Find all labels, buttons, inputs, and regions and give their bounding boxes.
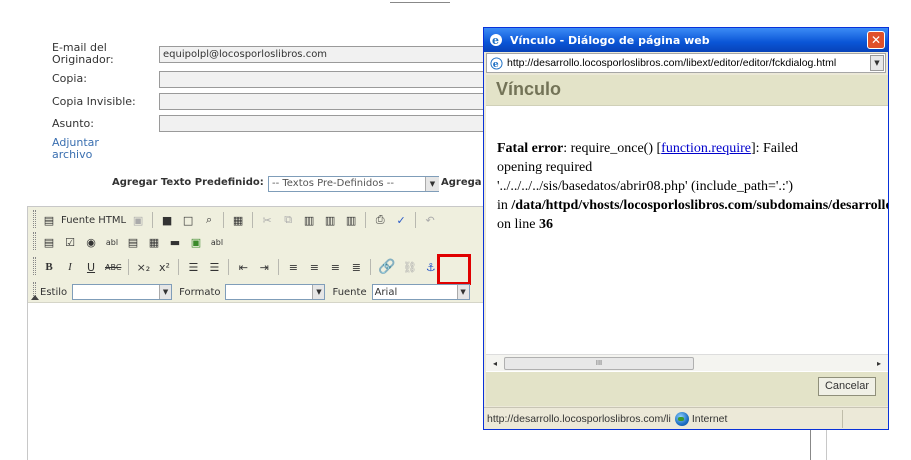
- subject-label: Asunto:: [52, 117, 94, 130]
- chevron-down-icon[interactable]: ▼: [425, 177, 439, 191]
- dialog-title: Vínculo - Diálogo de página web: [510, 33, 710, 47]
- svg-text:e: e: [492, 34, 499, 47]
- textarea-icon[interactable]: ▤: [124, 233, 142, 251]
- select-field-icon[interactable]: ▦: [145, 233, 163, 251]
- italic-icon[interactable]: I: [61, 258, 79, 276]
- indent-icon[interactable]: ⇥: [255, 258, 273, 276]
- style-label: Estilo: [40, 286, 68, 298]
- button-field-icon[interactable]: ▬: [166, 233, 184, 251]
- paste-icon[interactable]: ▥: [300, 211, 318, 229]
- function-require-link[interactable]: function.require: [661, 141, 751, 156]
- font-select[interactable]: Arial ▼: [371, 284, 470, 300]
- zone-label: Internet: [691, 412, 728, 425]
- copy-icon[interactable]: ⧉: [279, 211, 297, 229]
- unordered-list-icon[interactable]: ☰: [205, 258, 223, 276]
- spellcheck-icon[interactable]: ✓: [392, 211, 410, 229]
- cancel-button[interactable]: Cancelar: [818, 377, 876, 396]
- justify-icon[interactable]: ≣: [347, 258, 365, 276]
- chevron-down-icon: ▼: [312, 285, 325, 299]
- chevron-down-icon[interactable]: ▼: [870, 55, 884, 71]
- dialog-heading: Vínculo: [486, 75, 888, 106]
- add-button-partial[interactable]: Agrega: [441, 177, 482, 188]
- textfield-icon[interactable]: abl: [103, 233, 121, 251]
- checkbox-icon[interactable]: ☑: [61, 233, 79, 251]
- status-bar: http://desarrollo.locosporloslibros.com/…: [484, 407, 888, 429]
- svg-text:e: e: [492, 59, 498, 70]
- paste-word-icon[interactable]: ▥: [342, 211, 360, 229]
- scroll-left-icon[interactable]: ◂: [488, 357, 502, 370]
- status-url: http://desarrollo.locosporloslibros.com/…: [487, 412, 671, 425]
- align-left-icon[interactable]: ≡: [284, 258, 302, 276]
- error-path: /data/httpd/vhosts/locosporloslibros.com…: [511, 198, 888, 213]
- form-icon[interactable]: ▤: [40, 233, 58, 251]
- ordered-list-icon[interactable]: ☰: [184, 258, 202, 276]
- print-preview-icon[interactable]: ⌕: [200, 211, 218, 229]
- chevron-down-icon: ▼: [456, 285, 469, 299]
- radio-icon[interactable]: ◉: [82, 233, 100, 251]
- security-zone: Internet: [674, 411, 728, 426]
- top-divider: [390, 0, 450, 3]
- print-icon[interactable]: ⎙: [371, 211, 389, 229]
- format-select[interactable]: ▼: [225, 284, 326, 300]
- address-bar[interactable]: e http://desarrollo.locosporloslibros.co…: [486, 53, 886, 73]
- strike-icon[interactable]: ABC: [103, 258, 123, 276]
- attach-file-link[interactable]: Adjuntar archivo: [52, 137, 122, 161]
- scroll-right-icon[interactable]: ▸: [872, 357, 886, 370]
- format-label: Formato: [179, 286, 221, 298]
- predefined-text-select[interactable]: -- Textos Pre-Definidos --: [268, 176, 439, 192]
- bold-icon[interactable]: B: [40, 258, 58, 276]
- scroll-thumb[interactable]: III: [504, 357, 694, 370]
- ie-icon: e: [488, 32, 504, 48]
- globe-icon: [674, 411, 689, 426]
- source-html-button[interactable]: Fuente HTML: [61, 215, 126, 226]
- close-icon[interactable]: ✕: [867, 31, 885, 49]
- originator-field[interactable]: equipolpl@locosporloslibros.com: [159, 46, 489, 63]
- insert-link-icon[interactable]: 🔗: [376, 258, 397, 276]
- toolbar-grip[interactable]: [33, 257, 36, 275]
- style-select[interactable]: ▼: [72, 284, 173, 300]
- font-label: Fuente: [332, 286, 367, 298]
- page-icon: e: [489, 56, 503, 70]
- align-right-icon[interactable]: ≡: [326, 258, 344, 276]
- dialog-titlebar[interactable]: e Vínculo - Diálogo de página web ✕: [484, 28, 888, 52]
- error-label: Fatal error: [497, 141, 564, 156]
- underline-icon[interactable]: U: [82, 258, 100, 276]
- outdent-icon[interactable]: ⇤: [234, 258, 252, 276]
- undo-icon[interactable]: ↶: [421, 211, 439, 229]
- copy-label: Copia:: [52, 72, 87, 85]
- cut-icon[interactable]: ✂: [258, 211, 276, 229]
- predefined-text-label: Agregar Texto Predefinido:: [112, 177, 264, 188]
- dialog-content: Fatal error: require_once() [function.re…: [486, 106, 888, 372]
- originator-label: E-mail del Originador:: [52, 41, 114, 66]
- source-icon[interactable]: ▤: [40, 211, 58, 229]
- unlink-icon[interactable]: ⛓: [401, 258, 419, 276]
- link-dialog-window: e Vínculo - Diálogo de página web ✕ e ht…: [483, 27, 889, 430]
- paste-text-icon[interactable]: ▥: [321, 211, 339, 229]
- error-message: Fatal error: require_once() [function.re…: [497, 139, 888, 234]
- toolbar-grip[interactable]: [33, 210, 36, 228]
- bcc-label: Copia Invisible:: [52, 95, 136, 108]
- save-icon[interactable]: ■: [158, 211, 176, 229]
- align-center-icon[interactable]: ≡: [305, 258, 323, 276]
- image-button-icon[interactable]: ▣: [187, 233, 205, 251]
- chevron-down-icon: ▼: [159, 285, 172, 299]
- subscript-icon[interactable]: ×₂: [134, 258, 152, 276]
- copy-field[interactable]: [159, 71, 489, 88]
- error-line-number: 36: [539, 217, 553, 232]
- toolbar-grip[interactable]: [33, 232, 36, 250]
- hidden-field-icon[interactable]: abl: [208, 233, 226, 251]
- bcc-field[interactable]: [159, 93, 489, 110]
- superscript-icon[interactable]: x²: [155, 258, 173, 276]
- font-value: Arial: [374, 286, 398, 298]
- templates-icon[interactable]: ▦: [229, 211, 247, 229]
- collapse-toolbar-icon[interactable]: [31, 295, 39, 300]
- new-page-icon[interactable]: □: [179, 211, 197, 229]
- horizontal-scrollbar[interactable]: ◂ III ▸: [486, 354, 888, 371]
- subject-field[interactable]: [159, 115, 489, 132]
- address-url: http://desarrollo.locosporloslibros.com/…: [507, 57, 837, 69]
- dialog-footer: Cancelar: [486, 372, 888, 406]
- preview-icon[interactable]: ▣: [129, 211, 147, 229]
